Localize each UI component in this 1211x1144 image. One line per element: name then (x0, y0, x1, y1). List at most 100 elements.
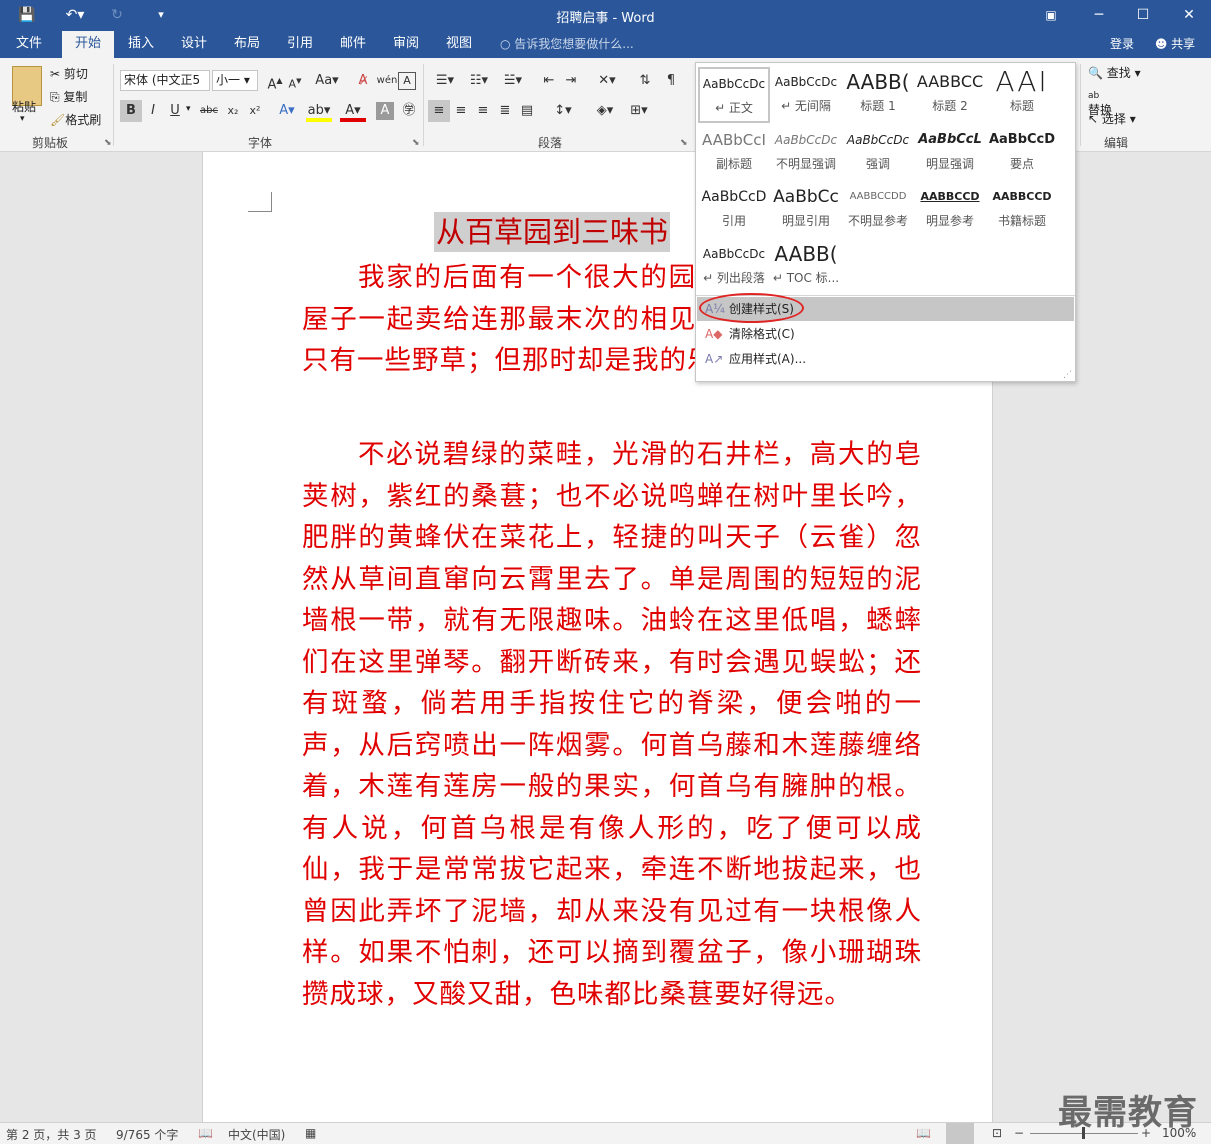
read-mode-icon[interactable]: 📖 (916, 1126, 931, 1140)
borders-icon[interactable]: ⊞▾ (624, 100, 654, 122)
tell-me-box[interactable]: ○ 告诉我您想要做什么... (500, 31, 634, 58)
document-heading[interactable]: 从百草园到三味书 (434, 212, 671, 252)
copy-button[interactable]: ⎘ 复制 (50, 88, 87, 105)
align-left-icon[interactable]: ≡ (428, 100, 450, 122)
style-intense-reference[interactable]: AABBCCD 明显参考 (914, 182, 986, 238)
change-case-icon[interactable]: Aa▾ (312, 70, 342, 92)
style-strong[interactable]: AaBbCcD 要点 (986, 125, 1058, 181)
style-subtitle[interactable]: AABbCcI 副标题 (698, 125, 770, 181)
align-right-icon[interactable]: ≡ (472, 100, 494, 122)
subscript-button[interactable]: x₂ (222, 100, 244, 122)
proofing-icon[interactable]: 📖 (198, 1126, 213, 1140)
style-quote[interactable]: AaBbCcD 引用 (698, 182, 770, 238)
shrink-font-icon[interactable]: A▼ (284, 70, 306, 92)
resize-grip-icon[interactable]: ⋰ (1063, 370, 1072, 380)
tab-design[interactable]: 设计 (171, 31, 217, 58)
word-count[interactable]: 9/765 个字 (116, 1126, 178, 1143)
tab-view[interactable]: 视图 (436, 31, 482, 58)
title-bar: 💾 ↶▾ ↻ ▾ 招聘启事 - Word ▣ ─ ☐ ✕ (0, 0, 1211, 31)
style-normal[interactable]: AaBbCcDc ↵ 正文 (698, 67, 770, 123)
style-title[interactable]: AAI 标题 (986, 67, 1058, 123)
clear-formatting-icon[interactable]: A̷ (352, 70, 374, 92)
highlight-icon[interactable]: ab▾ (306, 100, 332, 122)
web-layout-icon[interactable]: ⊡ (992, 1126, 1002, 1140)
clear-formatting-item[interactable]: A◆ 清除格式(C) (697, 322, 1074, 346)
style-list-paragraph[interactable]: AaBbCcDc ↵ 列出段落 (698, 239, 770, 295)
show-marks-icon[interactable]: ¶ (660, 70, 682, 92)
phonetic-guide-icon[interactable]: wén (376, 70, 398, 92)
style-preview: AaBbCcDc (702, 247, 766, 261)
macro-icon[interactable]: ▦ (305, 1126, 316, 1140)
login-link[interactable]: 登录 (1102, 31, 1142, 58)
underline-dropdown-icon[interactable]: ▾ (186, 104, 191, 114)
shading-icon[interactable]: ◈▾ (590, 100, 620, 122)
share-button[interactable]: ☻ 共享 (1150, 31, 1200, 58)
increase-indent-icon[interactable]: ⇥ (560, 70, 582, 92)
font-color-icon[interactable]: A▾ (340, 100, 366, 122)
tab-file[interactable]: 文件 (6, 31, 52, 58)
decrease-indent-icon[interactable]: ⇤ (538, 70, 560, 92)
distributed-icon[interactable]: ▤ (516, 100, 538, 122)
status-bar: 第 2 页，共 3 页 9/765 个字 📖 中文(中国) ▦ 📖 ⊡ − + … (0, 1122, 1211, 1144)
superscript-button[interactable]: x² (244, 100, 266, 122)
paste-button[interactable]: 粘贴 (12, 98, 36, 115)
tab-review[interactable]: 审阅 (383, 31, 429, 58)
style-toc-heading[interactable]: AABB(↵ TOC 标... (770, 239, 842, 295)
text-effects-icon[interactable]: A▾ (276, 100, 298, 122)
style-book-title[interactable]: AABBCCD 书籍标题 (986, 182, 1058, 238)
style-emphasis[interactable]: AaBbCcDc 强调 (842, 125, 914, 181)
find-button[interactable]: 🔍 查找 ▾ (1088, 64, 1141, 81)
font-launcher-icon[interactable]: ⬊ (412, 138, 420, 148)
strikethrough-button[interactable]: abc (198, 100, 220, 122)
page-count[interactable]: 第 2 页，共 3 页 (6, 1126, 97, 1143)
numbering-icon[interactable]: ☷▾ (464, 70, 494, 92)
enclose-char-icon[interactable]: ㊫ (398, 100, 420, 122)
style-no-spacing[interactable]: AaBbCcDc ↵ 无间隔 (770, 67, 842, 123)
underline-button[interactable]: U (164, 100, 186, 122)
tab-layout[interactable]: 布局 (224, 31, 270, 58)
tab-home[interactable]: 开始 (62, 31, 114, 58)
style-heading-2[interactable]: AABBCC 标题 2 (914, 67, 986, 123)
style-subtle-emphasis[interactable]: AaBbCcDc 不明显强调 (770, 125, 842, 181)
style-subtle-reference[interactable]: AABBCCDD 不明显参考 (842, 182, 914, 238)
tab-insert[interactable]: 插入 (118, 31, 164, 58)
italic-button[interactable]: I (142, 100, 164, 122)
asian-layout-icon[interactable]: ✕▾ (592, 70, 622, 92)
clipboard-launcher-icon[interactable]: ⬊ (104, 138, 112, 148)
minimize-icon[interactable]: ─ (1088, 4, 1110, 26)
ribbon-display-icon[interactable]: ▣ (1040, 4, 1062, 26)
justify-icon[interactable]: ≣ (494, 100, 516, 122)
maximize-icon[interactable]: ☐ (1132, 4, 1154, 26)
style-name: 不明显强调 (775, 157, 836, 171)
bold-button[interactable]: B (120, 100, 142, 122)
style-heading-1[interactable]: AABB(标题 1 (842, 67, 914, 123)
tab-mailings[interactable]: 邮件 (330, 31, 376, 58)
copy-label: 复制 (63, 90, 88, 104)
sort-icon[interactable]: ⇅ (634, 70, 656, 92)
paragraph-launcher-icon[interactable]: ⬊ (680, 138, 688, 148)
cut-button[interactable]: ✂ 剪切 (50, 65, 88, 82)
style-name: 要点 (1009, 157, 1034, 171)
select-button[interactable]: ↖ 选择 ▾ (1088, 110, 1136, 127)
close-icon[interactable]: ✕ (1178, 4, 1200, 26)
line-spacing-icon[interactable]: ↕▾ (548, 100, 578, 122)
bullets-icon[interactable]: ☰▾ (430, 70, 460, 92)
language-indicator[interactable]: 中文(中国) (228, 1126, 285, 1143)
tab-references[interactable]: 引用 (277, 31, 323, 58)
apply-styles-item[interactable]: A↗ 应用样式(A)... (697, 347, 1074, 371)
grow-font-icon[interactable]: A▲ (264, 70, 286, 92)
font-size-combo[interactable]: 小一 ▾ (212, 70, 258, 91)
zoom-out-icon[interactable]: − (1014, 1126, 1024, 1140)
style-intense-emphasis[interactable]: AaBbCcL 明显强调 (914, 125, 986, 181)
print-layout-icon[interactable] (946, 1123, 974, 1144)
margin-corner-mark (248, 192, 272, 212)
paste-dropdown-icon[interactable]: ▾ (20, 114, 25, 124)
font-name-combo[interactable]: 宋体 (中文正5 (120, 70, 210, 91)
format-painter-button[interactable]: 🖌格式刷 (50, 111, 101, 128)
document-paragraph-2[interactable]: 不必说碧绿的菜畦，光滑的石井栏，高大的皂荚树，紫红的桑葚；也不必说鸣蝉在树叶里长… (302, 434, 922, 1056)
char-border-icon[interactable]: A (398, 72, 416, 90)
style-intense-quote[interactable]: AaBbCc 明显引用 (770, 182, 842, 238)
align-center-icon[interactable]: ≡ (450, 100, 472, 122)
char-shading-icon[interactable]: A (376, 102, 394, 120)
multilevel-list-icon[interactable]: ☱▾ (498, 70, 528, 92)
